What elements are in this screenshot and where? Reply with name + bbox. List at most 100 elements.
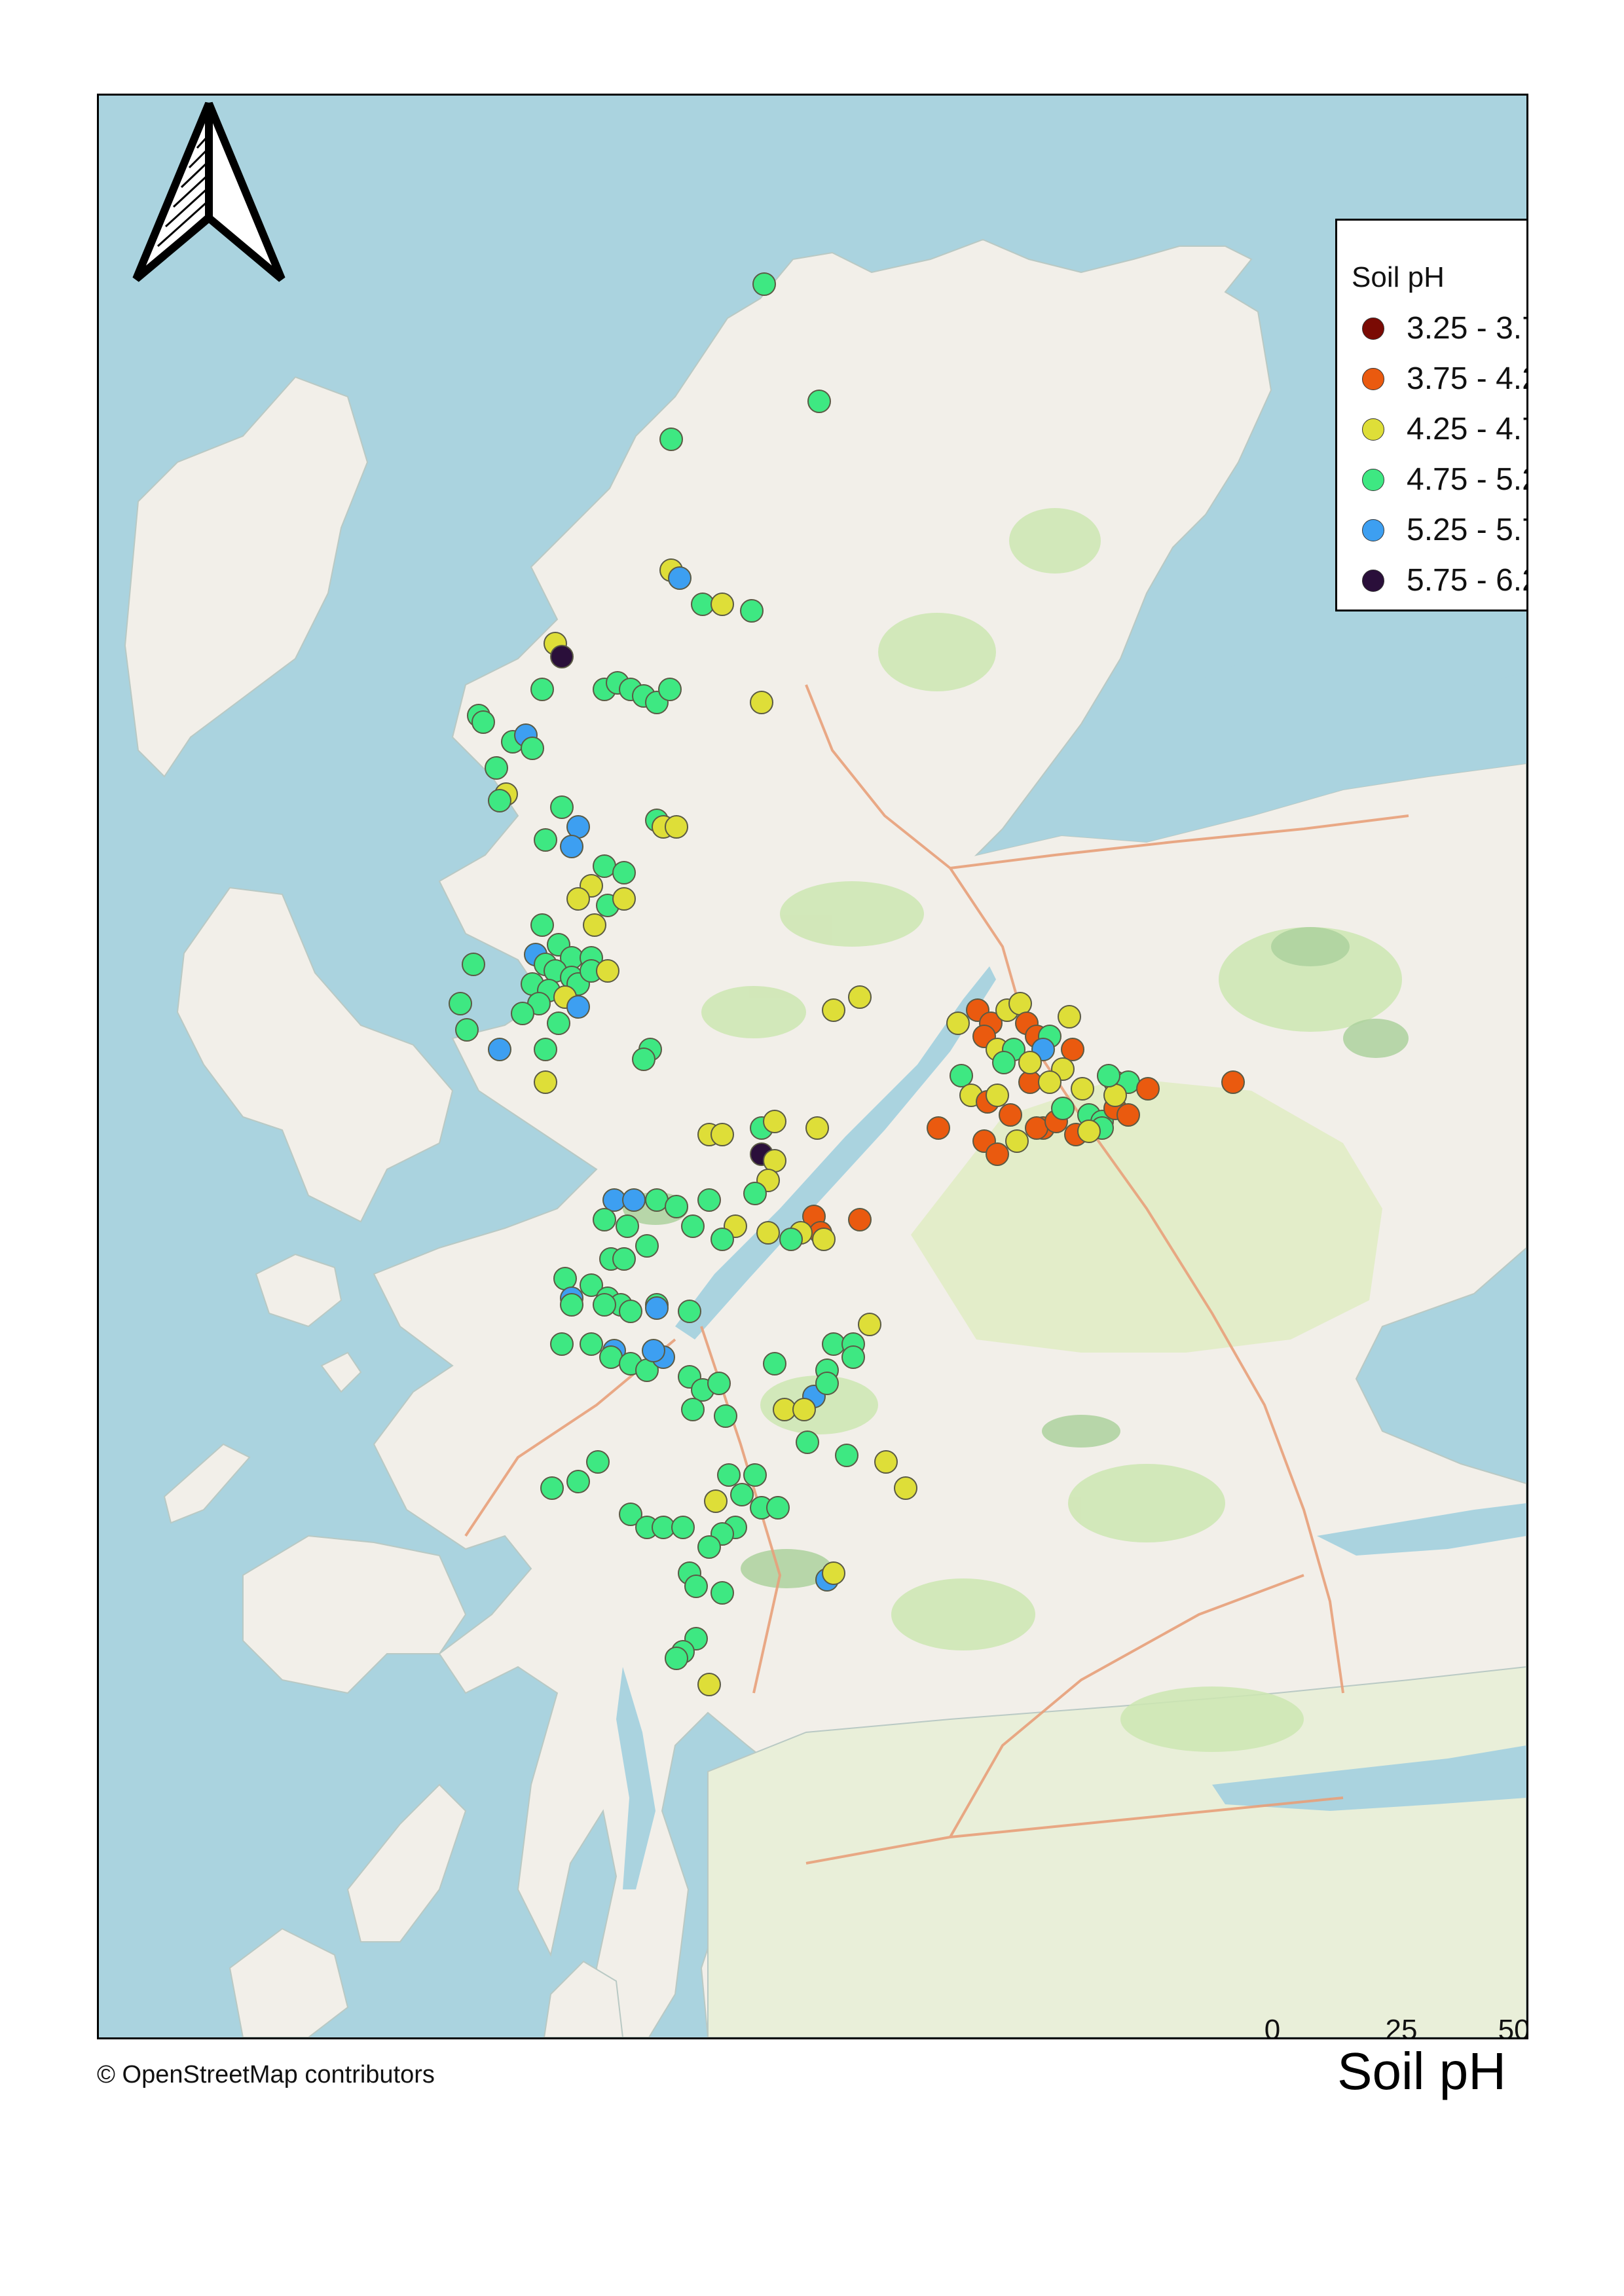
soil-ph-point[interactable] [602, 1188, 626, 1212]
soil-ph-point[interactable] [645, 1296, 669, 1320]
soil-ph-point[interactable] [488, 789, 511, 812]
soil-ph-point[interactable] [763, 1110, 786, 1133]
soil-ph-point[interactable] [665, 1195, 688, 1218]
soil-ph-point[interactable] [710, 592, 734, 616]
soil-ph-point[interactable] [659, 428, 683, 451]
soil-ph-point[interactable] [822, 1561, 845, 1585]
soil-ph-point[interactable] [697, 1673, 721, 1696]
soil-ph-point[interactable] [566, 995, 590, 1019]
soil-ph-point[interactable] [763, 1352, 786, 1376]
soil-ph-point[interactable] [740, 599, 764, 623]
soil-ph-point[interactable] [550, 795, 574, 819]
soil-ph-point[interactable] [822, 1332, 845, 1356]
soil-ph-point[interactable] [566, 815, 590, 839]
soil-ph-point[interactable] [691, 592, 714, 616]
soil-ph-point[interactable] [986, 1142, 1009, 1166]
soil-ph-point[interactable] [599, 1345, 623, 1369]
soil-ph-point[interactable] [1018, 1070, 1042, 1094]
soil-ph-point[interactable] [766, 1496, 790, 1520]
soil-ph-point[interactable] [950, 1064, 973, 1087]
soil-ph-point[interactable] [550, 645, 574, 668]
soil-ph-point[interactable] [1038, 1070, 1061, 1094]
soil-ph-point[interactable] [1005, 1129, 1029, 1153]
soil-ph-point[interactable] [1221, 1070, 1245, 1094]
soil-ph-point[interactable] [894, 1476, 917, 1500]
soil-ph-point[interactable] [999, 1103, 1022, 1127]
soil-ph-point[interactable] [714, 1404, 737, 1428]
soil-ph-point[interactable] [697, 1188, 721, 1212]
soil-ph-point[interactable] [779, 1228, 803, 1251]
soil-ph-point[interactable] [848, 1208, 872, 1231]
soil-ph-point[interactable] [668, 566, 692, 590]
soil-ph-point[interactable] [1136, 1077, 1160, 1101]
soil-ph-point[interactable] [815, 1372, 839, 1395]
soil-ph-point[interactable] [521, 737, 544, 760]
soil-ph-point[interactable] [534, 828, 557, 852]
soil-ph-point[interactable] [488, 1038, 511, 1061]
soil-ph-point[interactable] [704, 1489, 728, 1513]
soil-ph-point[interactable] [593, 854, 616, 878]
soil-ph-point[interactable] [622, 1188, 646, 1212]
soil-ph-point[interactable] [534, 1070, 557, 1094]
soil-ph-point[interactable] [593, 1208, 616, 1231]
soil-ph-point[interactable] [612, 887, 636, 911]
soil-ph-point[interactable] [671, 1516, 695, 1539]
soil-ph-point[interactable] [471, 710, 495, 734]
soil-ph-point[interactable] [927, 1116, 950, 1140]
soil-ph-point[interactable] [1008, 992, 1032, 1015]
soil-ph-point[interactable] [566, 887, 590, 911]
soil-ph-point[interactable] [645, 1188, 669, 1212]
soil-ph-point[interactable] [717, 1463, 741, 1487]
soil-ph-point[interactable] [874, 1450, 898, 1474]
soil-ph-point[interactable] [665, 815, 688, 839]
soil-ph-point[interactable] [560, 1293, 583, 1317]
soil-ph-point[interactable] [580, 1332, 603, 1356]
soil-ph-point[interactable] [596, 959, 619, 983]
soil-ph-point[interactable] [1025, 1116, 1048, 1140]
soil-ph-point[interactable] [455, 1018, 479, 1042]
soil-ph-point[interactable] [763, 1149, 786, 1173]
soil-ph-point[interactable] [805, 1116, 829, 1140]
soil-ph-point[interactable] [807, 390, 831, 413]
soil-ph-point[interactable] [612, 1247, 636, 1271]
soil-ph-point[interactable] [796, 1430, 819, 1454]
soil-ph-point[interactable] [992, 1051, 1016, 1074]
soil-ph-point[interactable] [462, 953, 485, 976]
soil-ph-point[interactable] [750, 691, 773, 714]
soil-ph-point[interactable] [560, 835, 583, 858]
soil-ph-point[interactable] [550, 1332, 574, 1356]
soil-ph-point[interactable] [773, 1398, 796, 1421]
soil-ph-point[interactable] [710, 1228, 734, 1251]
soil-ph-point[interactable] [812, 1228, 836, 1251]
soil-ph-point[interactable] [635, 1234, 659, 1258]
soil-ph-point[interactable] [632, 1048, 655, 1071]
soil-ph-point[interactable] [730, 1483, 754, 1506]
soil-ph-point[interactable] [822, 998, 845, 1022]
soil-ph-point[interactable] [1103, 1084, 1127, 1107]
soil-ph-point[interactable] [681, 1214, 705, 1238]
soil-ph-point[interactable] [752, 272, 776, 296]
map-frame[interactable]: Soil pH 3.25 - 3.75 3.75 - 4.25 4.25 - 4.7… [97, 94, 1528, 2039]
soil-ph-point[interactable] [619, 1300, 642, 1323]
soil-ph-point[interactable] [681, 1398, 705, 1421]
soil-ph-point[interactable] [1061, 1038, 1084, 1061]
soil-ph-point[interactable] [841, 1345, 865, 1369]
soil-ph-point[interactable] [743, 1463, 767, 1487]
soil-ph-point[interactable] [547, 1011, 570, 1035]
soil-ph-point[interactable] [642, 1339, 665, 1362]
soil-ph-point[interactable] [835, 1444, 858, 1467]
soil-ph-point[interactable] [652, 1516, 675, 1539]
soil-ph-point[interactable] [743, 1182, 767, 1205]
map-canvas[interactable] [99, 96, 1526, 2037]
soil-ph-point[interactable] [710, 1123, 734, 1146]
soil-ph-point[interactable] [1058, 1005, 1081, 1029]
soil-ph-point[interactable] [593, 1293, 616, 1317]
soil-ph-point[interactable] [1116, 1103, 1140, 1127]
soil-ph-point[interactable] [710, 1581, 734, 1605]
soil-ph-point[interactable] [707, 1372, 731, 1395]
soil-ph-point[interactable] [553, 1267, 577, 1290]
soil-ph-point[interactable] [449, 992, 472, 1015]
soil-ph-point[interactable] [583, 913, 606, 937]
soil-ph-point[interactable] [530, 678, 554, 701]
soil-ph-point[interactable] [612, 861, 636, 884]
